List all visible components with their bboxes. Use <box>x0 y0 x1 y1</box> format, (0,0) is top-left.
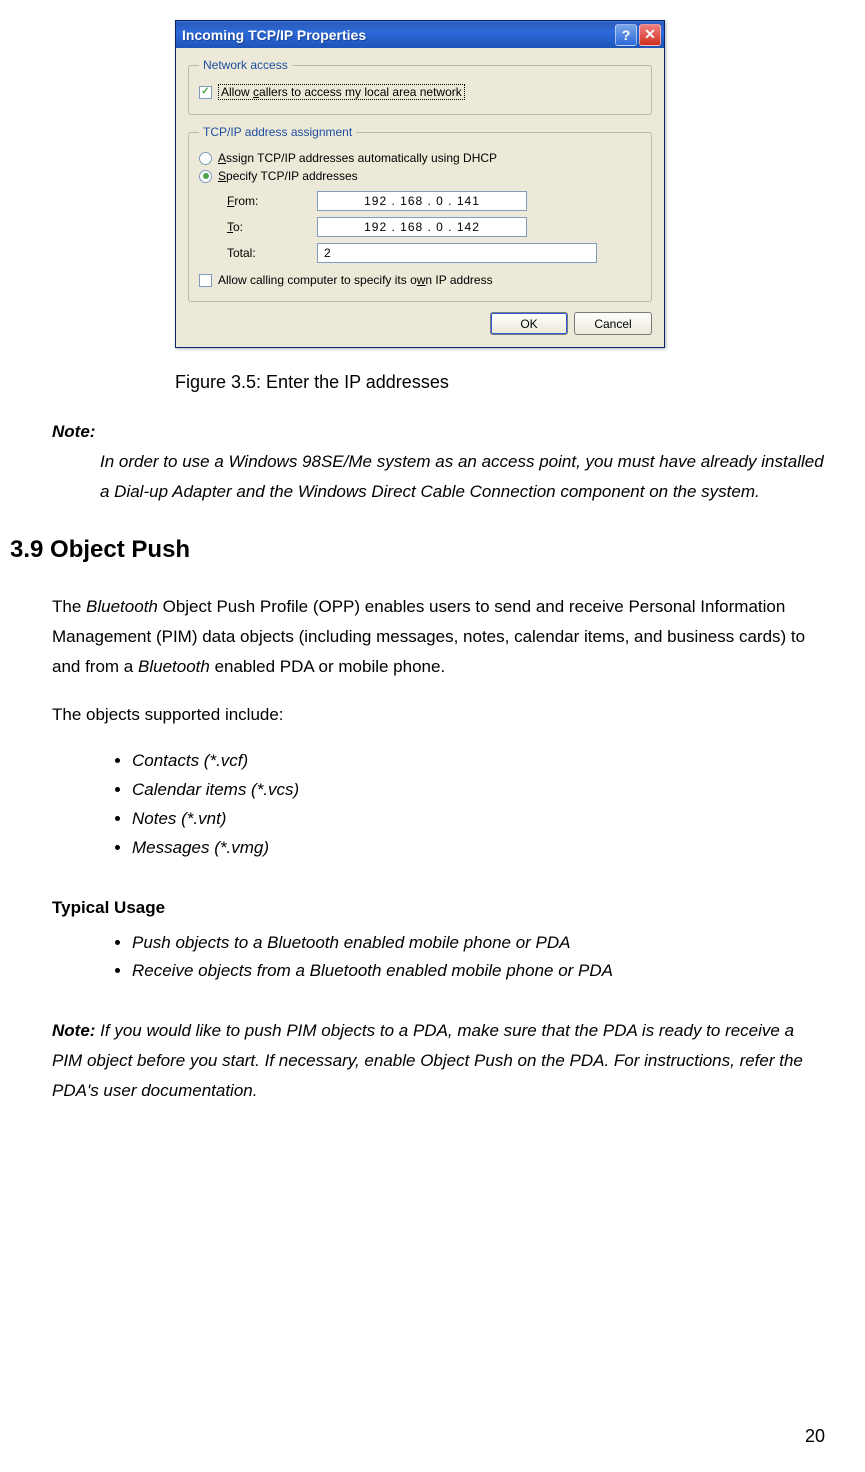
note-heading: Note: <box>52 417 825 447</box>
paragraph-opp-description: The Bluetooth Object Push Profile (OPP) … <box>52 592 825 681</box>
tcpip-properties-dialog: Incoming TCP/IP Properties ? ✕ Network a… <box>175 20 665 348</box>
list-item: Push objects to a Bluetooth enabled mobi… <box>132 929 825 958</box>
tcpip-assignment-group: TCP/IP address assignment Assign TCP/IP … <box>188 125 652 302</box>
close-button[interactable]: ✕ <box>639 24 661 46</box>
from-input[interactable]: 192 . 168 . 0 . 141 <box>317 191 527 211</box>
note-2: Note: If you would like to push PIM obje… <box>52 1016 825 1105</box>
figure-caption: Figure 3.5: Enter the IP addresses <box>175 372 825 393</box>
from-label: From: <box>227 194 317 208</box>
specify-radio-label[interactable]: Specify TCP/IP addresses <box>218 169 358 183</box>
specify-radio[interactable] <box>199 170 212 183</box>
list-item: Notes (*.vnt) <box>132 805 825 834</box>
allow-calling-checkbox[interactable] <box>199 274 212 287</box>
window-title: Incoming TCP/IP Properties <box>182 27 615 43</box>
allow-callers-checkbox[interactable]: ✓ <box>199 86 212 99</box>
network-access-group: Network access ✓ Allow callers to access… <box>188 58 652 115</box>
list-item: Contacts (*.vcf) <box>132 747 825 776</box>
section-heading: 3.9 Object Push <box>10 536 825 564</box>
typical-usage-heading: Typical Usage <box>52 893 825 923</box>
network-access-legend: Network access <box>199 58 292 72</box>
to-input[interactable]: 192 . 168 . 0 . 142 <box>317 217 527 237</box>
supported-list: Contacts (*.vcf) Calendar items (*.vcs) … <box>132 747 825 863</box>
dhcp-radio-label[interactable]: Assign TCP/IP addresses automatically us… <box>218 151 497 165</box>
to-label: To: <box>227 220 317 234</box>
ok-button[interactable]: OK <box>490 312 568 335</box>
supported-intro: The objects supported include: <box>52 700 825 730</box>
allow-calling-label[interactable]: Allow calling computer to specify its ow… <box>218 273 493 287</box>
list-item: Calendar items (*.vcs) <box>132 776 825 805</box>
list-item: Receive objects from a Bluetooth enabled… <box>132 957 825 986</box>
note-body: In order to use a Windows 98SE/Me system… <box>100 447 825 507</box>
total-label: Total: <box>227 246 317 260</box>
cancel-button[interactable]: Cancel <box>574 312 652 335</box>
titlebar[interactable]: Incoming TCP/IP Properties ? ✕ <box>176 21 664 48</box>
help-button[interactable]: ? <box>615 24 637 46</box>
total-input: 2 <box>317 243 597 263</box>
typical-usage-list: Push objects to a Bluetooth enabled mobi… <box>132 929 825 987</box>
list-item: Messages (*.vmg) <box>132 834 825 863</box>
allow-callers-label[interactable]: Allow callers to access my local area ne… <box>218 84 465 100</box>
tcpip-assignment-legend: TCP/IP address assignment <box>199 125 356 139</box>
page-number: 20 <box>805 1426 825 1447</box>
dhcp-radio[interactable] <box>199 152 212 165</box>
